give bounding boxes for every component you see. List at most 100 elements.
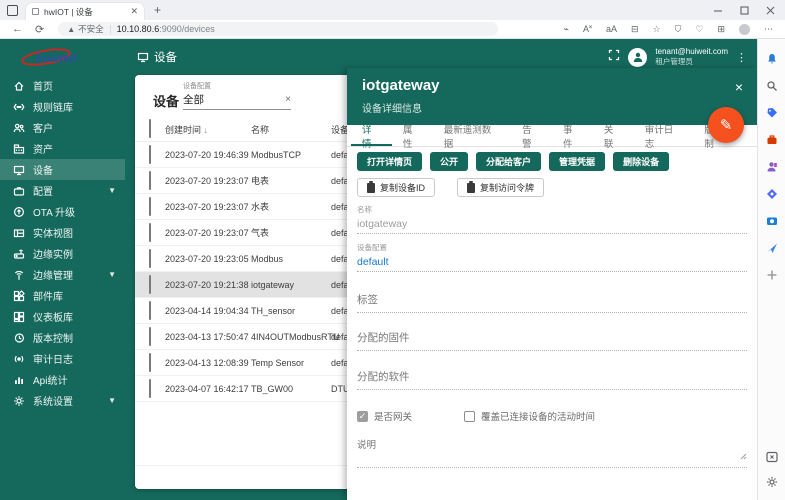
row-checkbox[interactable] bbox=[149, 379, 151, 398]
sidebar-item-api-usage[interactable]: Api统计 bbox=[0, 369, 125, 390]
tab-alarms[interactable]: 告警 bbox=[511, 125, 552, 146]
office-icon[interactable] bbox=[765, 133, 779, 147]
browser-profile-avatar[interactable] bbox=[739, 24, 750, 35]
sidebar-settings-icon[interactable] bbox=[765, 475, 779, 489]
resize-handle-icon[interactable] bbox=[740, 447, 747, 465]
sidebar-item-rule-chains[interactable]: 规则链库 bbox=[0, 96, 125, 117]
refresh-icon[interactable]: ⟳ bbox=[35, 23, 44, 36]
row-checkbox[interactable] bbox=[149, 275, 151, 294]
row-checkbox[interactable] bbox=[149, 301, 151, 320]
devices-icon bbox=[137, 51, 149, 63]
tab-details[interactable]: 详情 bbox=[351, 125, 392, 146]
make-public-button[interactable]: 公开 bbox=[430, 152, 468, 171]
sidebar-item-ota-updates[interactable]: OTA 升级 bbox=[0, 201, 125, 222]
people-icon[interactable] bbox=[765, 160, 779, 174]
tab-events[interactable]: 事件 bbox=[552, 125, 593, 146]
copy-access-token-button[interactable]: 复制访问令牌 bbox=[457, 178, 544, 197]
new-tab-button[interactable]: + bbox=[154, 3, 161, 17]
assign-to-customer-button[interactable]: 分配给客户 bbox=[476, 152, 541, 171]
url-field[interactable]: ▲ 不安全 10.10.80.6 :9090/devices bbox=[58, 22, 498, 36]
row-checkbox[interactable] bbox=[149, 223, 151, 242]
browser-menu-icon[interactable]: ⋯ bbox=[764, 24, 773, 35]
row-checkbox[interactable] bbox=[149, 249, 151, 268]
sidebar-item-dashboards-library[interactable]: 仪表板库 bbox=[0, 306, 125, 327]
add-app-icon[interactable] bbox=[765, 268, 779, 282]
assigned-software-field[interactable]: 分配的软件 bbox=[357, 369, 747, 390]
clear-filter-icon[interactable]: × bbox=[285, 94, 291, 105]
tab-close-icon[interactable]: ✕ bbox=[130, 6, 138, 17]
browser-essentials-icon[interactable]: ♡ bbox=[695, 24, 703, 35]
column-header-name[interactable]: 名称 bbox=[251, 123, 331, 136]
sidebar-item-assets[interactable]: 资产 bbox=[0, 138, 125, 159]
edit-fab-button[interactable]: ✎ bbox=[708, 107, 744, 143]
profile-field-value[interactable]: default bbox=[357, 256, 747, 268]
app-root: huiweit 设备 tenant@huiweit.com 租户管理员 ⋮ 首页 bbox=[0, 39, 757, 500]
row-checkbox[interactable] bbox=[149, 171, 151, 190]
column-header-created-time[interactable]: 创建时间 ↓ bbox=[165, 123, 251, 136]
sidebar-item-home[interactable]: 首页 bbox=[0, 75, 125, 96]
row-checkbox[interactable] bbox=[149, 145, 151, 164]
description-field[interactable]: 说明 bbox=[357, 437, 747, 468]
window-close-icon[interactable] bbox=[766, 6, 775, 15]
device-profile-filter[interactable]: 设备配置 全部 × bbox=[183, 81, 291, 110]
sidebar-item-entity-views[interactable]: 实体视图 bbox=[0, 222, 125, 243]
image-creator-icon[interactable] bbox=[765, 214, 779, 228]
description-label: 说明 bbox=[357, 437, 747, 451]
row-checkbox[interactable] bbox=[149, 197, 151, 216]
delete-device-button[interactable]: 删除设备 bbox=[613, 152, 669, 171]
details-action-buttons: 打开详情页 公开 分配给客户 管理凭据 删除设备 bbox=[357, 152, 747, 171]
tab-latest-telemetry[interactable]: 最新遥测数据 bbox=[433, 125, 511, 146]
notifications-icon[interactable] bbox=[765, 52, 779, 66]
sidebar-item-widgets-library[interactable]: 部件库 bbox=[0, 285, 125, 306]
user-avatar[interactable] bbox=[628, 48, 647, 67]
sidebar-item-edge-management[interactable]: 边缘管理 ▼ bbox=[0, 264, 125, 285]
browser-tab[interactable]: hwIOT | 设备 ✕ bbox=[26, 3, 144, 20]
sidebar-item-version-control[interactable]: 版本控制 bbox=[0, 327, 125, 348]
tab-audit-logs[interactable]: 审计日志 bbox=[634, 125, 694, 146]
tab-attributes[interactable]: 属性 bbox=[392, 125, 433, 146]
drop-icon[interactable] bbox=[765, 241, 779, 255]
window-maximize-icon[interactable] bbox=[740, 6, 749, 15]
sidebar-item-devices[interactable]: 设备 bbox=[0, 159, 125, 180]
label-field[interactable]: 标签 bbox=[357, 292, 747, 313]
tab-relations[interactable]: 关联 bbox=[593, 125, 634, 146]
open-details-page-button[interactable]: 打开详情页 bbox=[357, 152, 422, 171]
row-checkbox[interactable] bbox=[149, 353, 151, 372]
games-icon[interactable] bbox=[765, 187, 779, 201]
sidebar-item-edge-instances[interactable]: 边缘实例 bbox=[0, 243, 125, 264]
row-checkbox[interactable] bbox=[149, 327, 151, 346]
account-menu-icon[interactable]: ⋮ bbox=[736, 51, 747, 64]
device-profile-field[interactable]: 设备配置 default bbox=[357, 242, 747, 272]
split-screen-icon[interactable]: ⊟ bbox=[631, 24, 639, 35]
back-icon[interactable]: ← bbox=[12, 23, 23, 35]
extensions-icon[interactable]: ⊞ bbox=[717, 24, 725, 35]
tab-actions-icon[interactable] bbox=[7, 5, 18, 16]
read-aloud-icon[interactable]: aA bbox=[606, 24, 617, 34]
select-all-checkbox[interactable] bbox=[149, 119, 151, 138]
name-field-label: 名称 bbox=[357, 204, 747, 215]
sidebar-item-system-settings[interactable]: 系统设置 ▼ bbox=[0, 390, 125, 411]
logo[interactable]: huiweit bbox=[0, 46, 125, 68]
sidebar-item-audit-logs[interactable]: 审计日志 bbox=[0, 348, 125, 369]
zoom-text-icon[interactable]: A˟ bbox=[583, 24, 592, 34]
filter-value[interactable]: 全部 bbox=[183, 92, 285, 107]
is-gateway-checkbox[interactable]: ✓ 是否网关 bbox=[357, 409, 412, 423]
shopping-icon[interactable] bbox=[765, 106, 779, 120]
chevron-down-icon: ▼ bbox=[108, 186, 116, 195]
window-minimize-icon[interactable] bbox=[714, 6, 723, 15]
sidebar-item-profiles[interactable]: 配置 ▼ bbox=[0, 180, 125, 201]
favorite-star-icon[interactable]: ☆ bbox=[653, 24, 661, 35]
search-icon[interactable] bbox=[765, 79, 779, 93]
collections-icon[interactable]: ⛉ bbox=[675, 24, 682, 35]
copy-device-id-button[interactable]: 复制设备ID bbox=[357, 178, 435, 197]
assigned-firmware-field[interactable]: 分配的固件 bbox=[357, 330, 747, 351]
manage-credentials-button[interactable]: 管理凭据 bbox=[549, 152, 605, 171]
name-field[interactable]: 名称 iotgateway bbox=[357, 204, 747, 234]
sidebar-pane-icon[interactable] bbox=[765, 450, 779, 464]
fullscreen-icon[interactable] bbox=[608, 48, 620, 66]
close-panel-icon[interactable]: × bbox=[735, 79, 743, 95]
customers-icon bbox=[13, 122, 25, 134]
overwrite-activity-time-checkbox[interactable]: 覆盖已连接设备的活动时间 bbox=[464, 409, 595, 423]
sidebar-item-customers[interactable]: 客户 bbox=[0, 117, 125, 138]
send-to-devices-icon[interactable]: ⌁ bbox=[564, 24, 569, 35]
